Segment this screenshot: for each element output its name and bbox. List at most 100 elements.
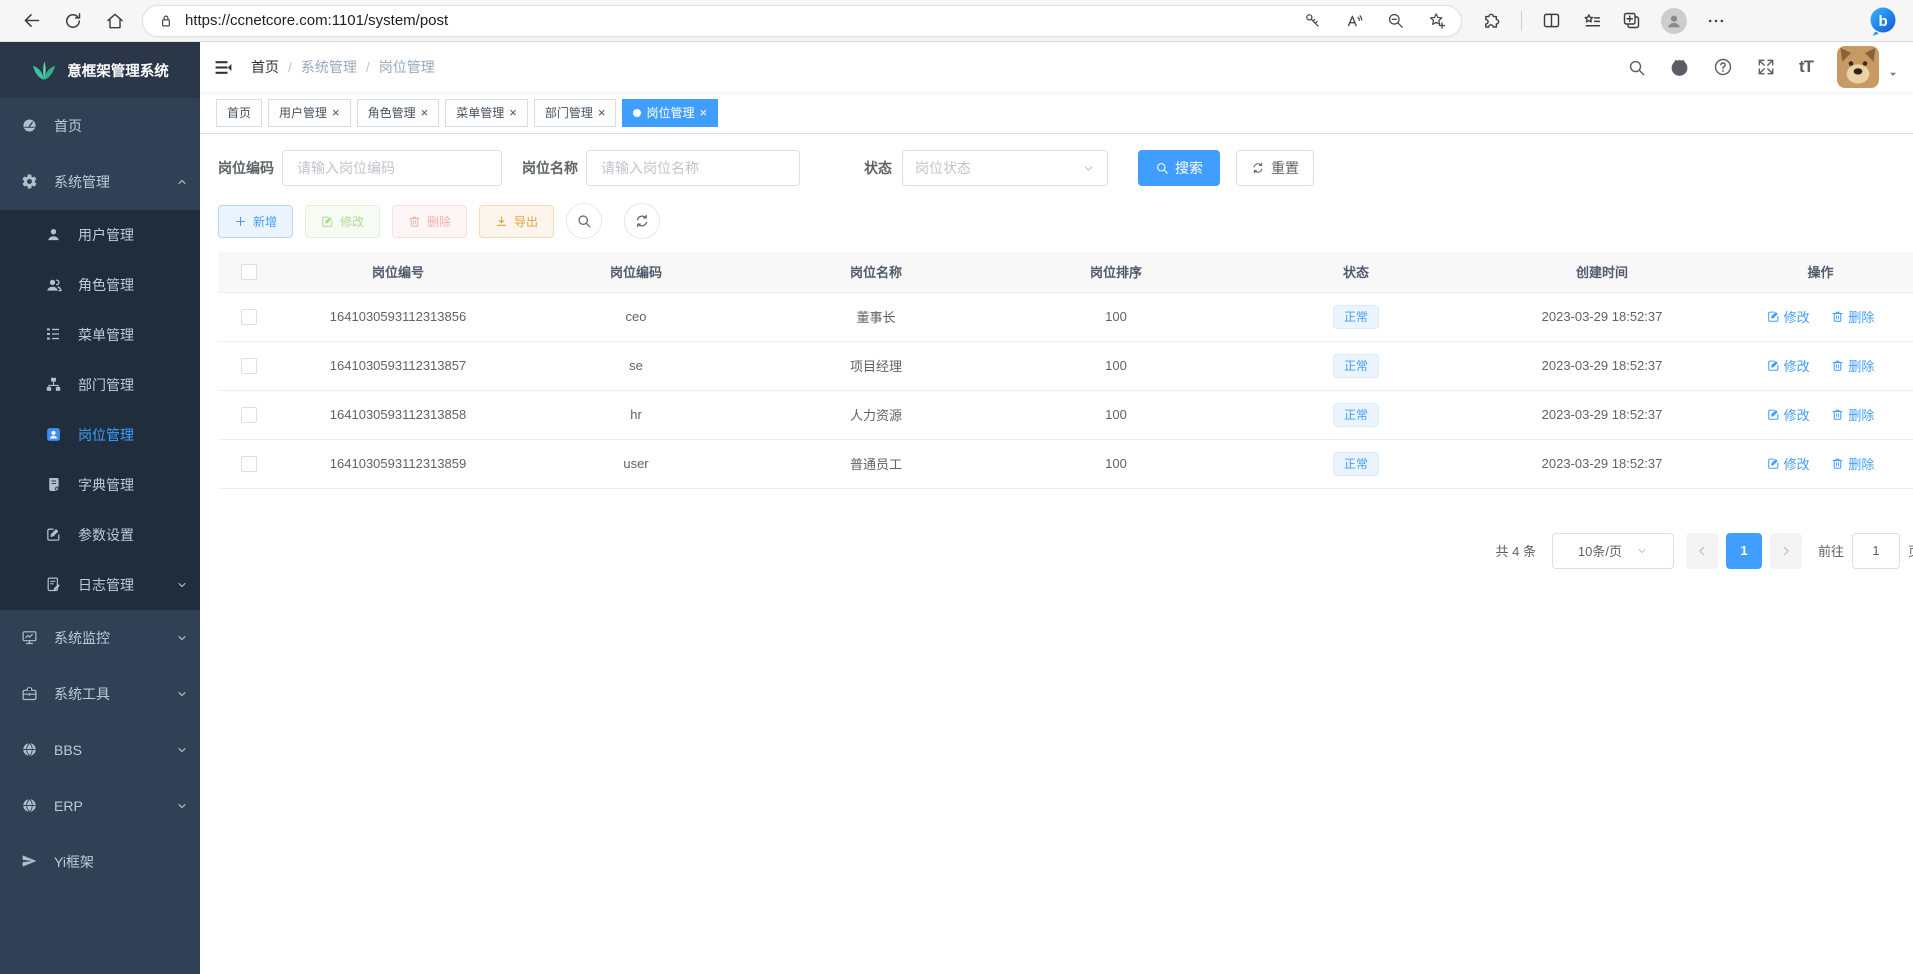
row-edit-link[interactable]: 修改: [1767, 307, 1810, 326]
column-status: 状态: [1236, 252, 1476, 292]
row-checkbox[interactable]: [241, 407, 257, 423]
page-number-button[interactable]: 1: [1726, 533, 1762, 569]
browser-home-button[interactable]: [100, 6, 130, 36]
user-icon: [45, 226, 63, 244]
prev-page-button[interactable]: [1686, 533, 1718, 569]
post-name-input[interactable]: [586, 150, 800, 186]
row-checkbox[interactable]: [241, 309, 257, 325]
export-button[interactable]: 导出: [479, 205, 554, 238]
tab-close-icon[interactable]: ×: [509, 106, 517, 119]
page-size-select[interactable]: 10条/页: [1552, 533, 1674, 569]
bing-copilot-icon[interactable]: b: [1867, 5, 1899, 37]
browser-profile-avatar[interactable]: [1661, 8, 1687, 34]
split-screen-icon[interactable]: [1541, 10, 1562, 31]
zoom-out-icon[interactable]: [1386, 11, 1405, 30]
read-aloud-icon[interactable]: [1344, 11, 1364, 31]
cell-post-code: user: [516, 439, 756, 488]
sidebar-item-post-management[interactable]: 岗位管理: [0, 410, 200, 460]
sidebar-item-system-tools[interactable]: 系统工具: [0, 666, 200, 722]
tab-role-management[interactable]: 角色管理 ×: [357, 99, 440, 127]
sidebar-item-bbs[interactable]: BBS: [0, 722, 200, 778]
table-row[interactable]: 1641030593112313858 hr 人力资源 100 正常 2023-…: [218, 390, 1913, 439]
tab-department-management[interactable]: 部门管理×: [534, 99, 617, 127]
status-select[interactable]: 岗位状态: [902, 150, 1108, 186]
cell-post-code: se: [516, 341, 756, 390]
page-content: 岗位编码 岗位名称 状态 岗位状态 搜索 重置 新增 修改: [200, 134, 1913, 974]
address-bar[interactable]: https://ccnetcore.com:1101/system/post: [142, 5, 1462, 37]
row-delete-link[interactable]: 删除: [1831, 307, 1874, 326]
dashboard-icon: [21, 117, 39, 135]
collections-icon[interactable]: [1581, 10, 1602, 31]
sidebar-item-parameter-settings[interactable]: 参数设置: [0, 510, 200, 560]
sidebar-item-erp[interactable]: ERP: [0, 778, 200, 834]
app-logo[interactable]: 意框架管理系统: [0, 42, 200, 98]
tab-home[interactable]: 首页: [216, 99, 262, 127]
tab-user-management[interactable]: 用户管理×: [268, 99, 351, 127]
select-all-checkbox[interactable]: [241, 264, 257, 280]
tab-close-icon[interactable]: ×: [332, 106, 340, 119]
users-icon: [45, 276, 63, 294]
extensions-puzzle-icon[interactable]: [1481, 10, 1502, 31]
site-security-lock-icon[interactable]: [157, 12, 175, 30]
user-avatar[interactable]: [1837, 46, 1879, 88]
reset-button[interactable]: 重置: [1236, 150, 1314, 186]
table-search-toggle-button[interactable]: [566, 203, 602, 239]
sidebar-item-dictionary-management[interactable]: 字典管理: [0, 460, 200, 510]
search-button[interactable]: 搜索: [1138, 150, 1220, 186]
next-page-button[interactable]: [1770, 533, 1802, 569]
sidebar-item-user-management[interactable]: 用户管理: [0, 210, 200, 260]
cell-post-id: 1641030593112313858: [280, 390, 516, 439]
row-delete-link[interactable]: 删除: [1831, 454, 1874, 473]
sidebar-item-yi-framework[interactable]: Yi框架: [0, 834, 200, 890]
browser-back-button[interactable]: [16, 6, 46, 36]
cell-post-sort: 100: [996, 439, 1236, 488]
tab-close-icon[interactable]: ×: [598, 106, 606, 119]
tab-menu-management[interactable]: 菜单管理×: [445, 99, 528, 127]
tab-label: 角色管理: [368, 104, 416, 121]
column-operation: 操作: [1728, 252, 1913, 292]
sidebar-item-department-management[interactable]: 部门管理: [0, 360, 200, 410]
sidebar-item-home[interactable]: 首页: [0, 98, 200, 154]
row-edit-link[interactable]: 修改: [1767, 356, 1810, 375]
row-checkbox[interactable]: [241, 456, 257, 472]
row-checkbox[interactable]: [241, 358, 257, 374]
table-refresh-button[interactable]: [624, 203, 660, 239]
breadcrumb-home[interactable]: 首页: [251, 57, 279, 77]
add-button[interactable]: 新增: [218, 205, 293, 238]
sidebar-item-role-management[interactable]: 角色管理: [0, 260, 200, 310]
font-size-icon[interactable]: tT: [1799, 57, 1813, 77]
tab-close-icon[interactable]: ×: [699, 106, 707, 119]
row-delete-link[interactable]: 删除: [1831, 405, 1874, 424]
header-search-icon[interactable]: [1627, 58, 1646, 77]
password-key-icon[interactable]: [1303, 11, 1322, 30]
chevron-down-icon: [176, 800, 188, 812]
browser-refresh-button[interactable]: [58, 6, 88, 36]
table-row[interactable]: 1641030593112313857 se 项目经理 100 正常 2023-…: [218, 341, 1913, 390]
sidebar-item-menu-management[interactable]: 菜单管理: [0, 310, 200, 360]
fullscreen-icon[interactable]: [1756, 57, 1776, 77]
table-row[interactable]: 1641030593112313856 ceo 董事长 100 正常 2023-…: [218, 292, 1913, 341]
avatar-caret-down-icon[interactable]: [1887, 68, 1899, 80]
browser-settings-ellipsis-icon[interactable]: [1706, 11, 1726, 31]
tab-actions-icon[interactable]: [1621, 10, 1642, 31]
favorite-star-icon[interactable]: [1427, 11, 1447, 31]
help-question-icon[interactable]: [1713, 57, 1733, 77]
globe-icon: [21, 797, 39, 815]
table-row[interactable]: 1641030593112313859 user 普通员工 100 正常 202…: [218, 439, 1913, 488]
sidebar-item-system-management[interactable]: 系统管理: [0, 154, 200, 210]
sidebar-item-system-monitor[interactable]: 系统监控: [0, 610, 200, 666]
row-edit-link[interactable]: 修改: [1767, 405, 1810, 424]
goto-page-input[interactable]: [1852, 533, 1900, 569]
sidebar-item-log-management[interactable]: 日志管理: [0, 560, 200, 610]
row-delete-link[interactable]: 删除: [1831, 356, 1874, 375]
delete-button[interactable]: 删除: [392, 205, 467, 238]
status-badge: 正常: [1333, 452, 1379, 476]
post-code-input[interactable]: [282, 150, 502, 186]
sidebar-fold-icon[interactable]: [214, 58, 233, 77]
row-edit-link[interactable]: 修改: [1767, 454, 1810, 473]
edit-button[interactable]: 修改: [305, 205, 380, 238]
tab-post-management[interactable]: 岗位管理×: [622, 99, 718, 127]
tab-close-icon[interactable]: ×: [421, 106, 429, 119]
github-icon[interactable]: [1669, 57, 1690, 78]
url-text[interactable]: https://ccnetcore.com:1101/system/post: [185, 12, 1281, 29]
